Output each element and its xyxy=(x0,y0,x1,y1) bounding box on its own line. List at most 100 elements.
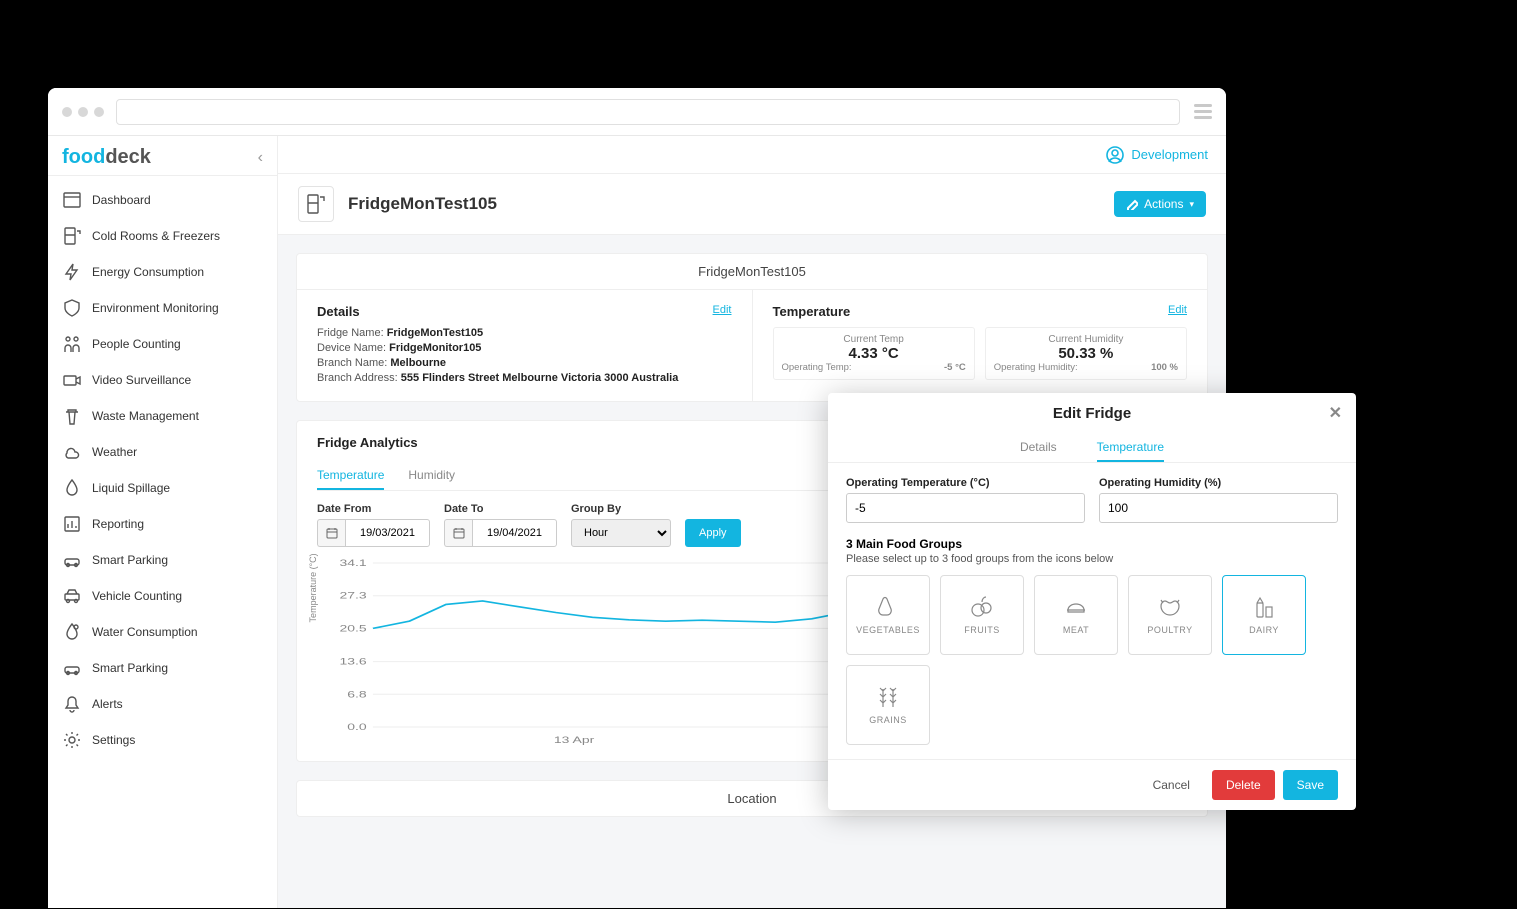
details-card: FridgeMonTest105 Details Edit Fridge Nam… xyxy=(296,253,1208,402)
sidebar-item-weather[interactable]: Weather xyxy=(48,434,277,470)
edit-temperature-link[interactable]: Edit xyxy=(1168,304,1187,316)
weather-icon xyxy=(62,442,82,462)
temperature-column: Temperature Edit Current Temp 4.33 °C Op… xyxy=(752,290,1208,401)
address-bar[interactable] xyxy=(116,99,1180,125)
dairy-icon xyxy=(1251,595,1277,621)
window-controls[interactable] xyxy=(62,107,104,117)
water-icon xyxy=(62,622,82,642)
sidebar-item-settings[interactable]: Settings xyxy=(48,722,277,758)
sidebar-item-people[interactable]: People Counting xyxy=(48,326,277,362)
close-icon[interactable]: ✕ xyxy=(1329,403,1342,423)
food-group-fruits[interactable]: FRUITS xyxy=(940,575,1024,655)
tab-humidity[interactable]: Humidity xyxy=(408,462,455,490)
apply-button[interactable]: Apply xyxy=(685,519,741,547)
date-from-input[interactable] xyxy=(345,519,430,547)
browser-chrome xyxy=(48,88,1226,136)
group-by-select[interactable]: Hour xyxy=(571,519,671,547)
trash-icon xyxy=(62,406,82,426)
page-header: FridgeMonTest105 Actions ▾ xyxy=(278,174,1226,235)
sidebar-item-smart-parking-2[interactable]: Smart Parking xyxy=(48,650,277,686)
details-column: Details Edit Fridge Name: FridgeMonTest1… xyxy=(297,290,752,401)
calendar-icon[interactable] xyxy=(317,519,345,547)
modal-tab-temperature[interactable]: Temperature xyxy=(1097,434,1164,462)
gear-icon xyxy=(62,730,82,750)
modal-header: Edit Fridge ✕ xyxy=(828,393,1356,434)
svg-text:27.3: 27.3 xyxy=(340,591,368,601)
save-button[interactable]: Save xyxy=(1283,770,1338,800)
modal-tabs: Details Temperature xyxy=(828,434,1356,463)
svg-text:6.8: 6.8 xyxy=(347,690,367,700)
bell-icon xyxy=(62,694,82,714)
chevron-down-icon: ▾ xyxy=(1189,199,1194,210)
details-title: Details xyxy=(317,304,732,319)
food-groups-title: 3 Main Food Groups xyxy=(846,537,1338,551)
fruits-icon xyxy=(969,595,995,621)
operating-temp-input[interactable] xyxy=(846,493,1085,523)
edit-icon xyxy=(1126,198,1138,210)
sidebar-item-energy[interactable]: Energy Consumption xyxy=(48,254,277,290)
hamburger-menu-icon[interactable] xyxy=(1194,104,1212,119)
sidebar-item-alerts[interactable]: Alerts xyxy=(48,686,277,722)
edit-fridge-modal: Edit Fridge ✕ Details Temperature Operat… xyxy=(828,393,1356,810)
username[interactable]: Development xyxy=(1131,147,1208,162)
energy-icon xyxy=(62,262,82,282)
sidebar-header: fooddeck ‹ xyxy=(48,136,277,176)
operating-humidity-input[interactable] xyxy=(1099,493,1338,523)
food-group-dairy[interactable]: DAIRY xyxy=(1222,575,1306,655)
fridge-page-icon xyxy=(298,186,334,222)
food-groups-grid: VEGETABLESFRUITSMEATPOULTRYDAIRY GRAINS xyxy=(846,575,1338,745)
camera-icon xyxy=(62,370,82,390)
calendar-icon[interactable] xyxy=(444,519,472,547)
grains-icon xyxy=(875,685,901,711)
current-humidity-metric: Current Humidity 50.33 % Operating Humid… xyxy=(985,327,1187,380)
shield-icon xyxy=(62,298,82,318)
card-header: FridgeMonTest105 xyxy=(297,254,1207,290)
collapse-sidebar-icon[interactable]: ‹ xyxy=(258,149,263,167)
dashboard-icon xyxy=(62,190,82,210)
food-group-meat[interactable]: MEAT xyxy=(1034,575,1118,655)
sidebar-item-dashboard[interactable]: Dashboard xyxy=(48,182,277,218)
nav-list: Dashboard Cold Rooms & Freezers Energy C… xyxy=(48,176,277,764)
modal-tab-details[interactable]: Details xyxy=(1020,434,1057,462)
svg-text:0.0: 0.0 xyxy=(347,722,367,732)
food-groups-subtitle: Please select up to 3 food groups from t… xyxy=(846,553,1338,565)
modal-footer: Cancel Delete Save xyxy=(828,759,1356,810)
sidebar-item-cold-rooms[interactable]: Cold Rooms & Freezers xyxy=(48,218,277,254)
poultry-icon xyxy=(1157,595,1183,621)
edit-details-link[interactable]: Edit xyxy=(713,304,732,316)
user-avatar-icon[interactable] xyxy=(1105,145,1125,165)
svg-text:13.6: 13.6 xyxy=(340,657,368,667)
sidebar-item-water[interactable]: Water Consumption xyxy=(48,614,277,650)
sidebar-item-reporting[interactable]: Reporting xyxy=(48,506,277,542)
svg-text:13 Apr: 13 Apr xyxy=(554,735,595,745)
sidebar-item-vehicle[interactable]: Vehicle Counting xyxy=(48,578,277,614)
current-temp-metric: Current Temp 4.33 °C Operating Temp:-5 °… xyxy=(773,327,975,380)
food-group-poultry[interactable]: POULTRY xyxy=(1128,575,1212,655)
vehicle-icon xyxy=(62,586,82,606)
svg-text:34.1: 34.1 xyxy=(340,558,367,568)
sidebar-item-waste[interactable]: Waste Management xyxy=(48,398,277,434)
meat-icon xyxy=(1063,595,1089,621)
date-to-input[interactable] xyxy=(472,519,557,547)
people-icon xyxy=(62,334,82,354)
tab-temperature[interactable]: Temperature xyxy=(317,462,384,490)
actions-button[interactable]: Actions ▾ xyxy=(1114,191,1206,217)
brand-logo: fooddeck xyxy=(62,146,151,169)
sidebar-item-environment[interactable]: Environment Monitoring xyxy=(48,290,277,326)
food-group-grains[interactable]: GRAINS xyxy=(846,665,930,745)
sidebar-item-smart-parking[interactable]: Smart Parking xyxy=(48,542,277,578)
svg-text:20.5: 20.5 xyxy=(340,624,368,634)
vegetables-icon xyxy=(875,595,901,621)
parking-icon xyxy=(62,658,82,678)
topbar: Development xyxy=(278,136,1226,174)
cancel-button[interactable]: Cancel xyxy=(1139,770,1204,800)
sidebar: fooddeck ‹ Dashboard Cold Rooms & Freeze… xyxy=(48,136,278,908)
sidebar-item-video[interactable]: Video Surveillance xyxy=(48,362,277,398)
temperature-title: Temperature xyxy=(773,304,1188,319)
droplet-icon xyxy=(62,478,82,498)
food-group-vegetables[interactable]: VEGETABLES xyxy=(846,575,930,655)
delete-button[interactable]: Delete xyxy=(1212,770,1275,800)
report-icon xyxy=(62,514,82,534)
parking-icon xyxy=(62,550,82,570)
sidebar-item-liquid[interactable]: Liquid Spillage xyxy=(48,470,277,506)
